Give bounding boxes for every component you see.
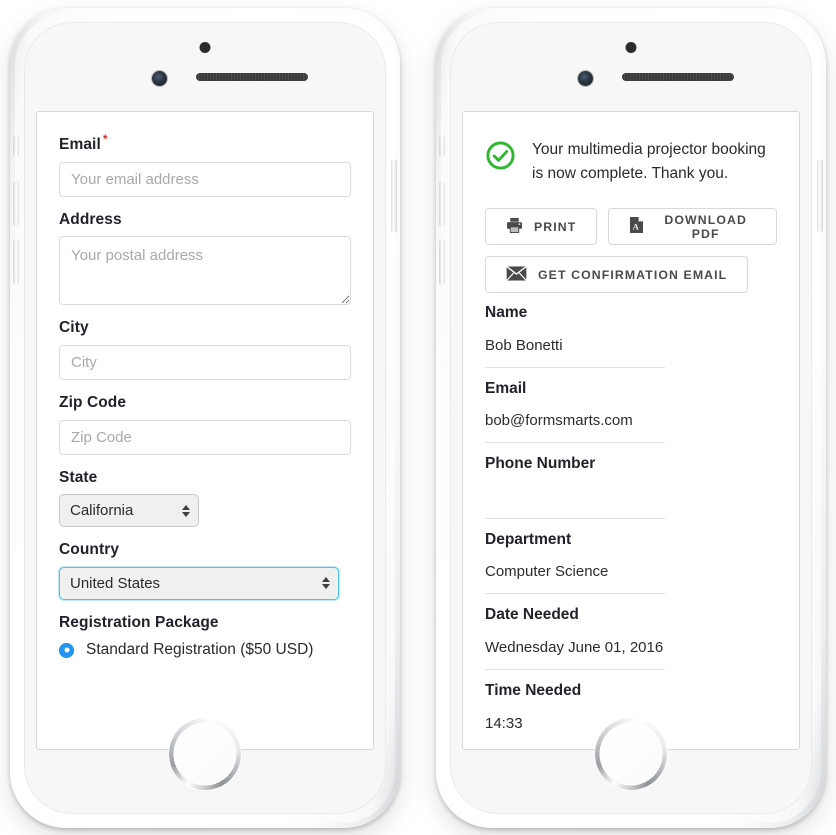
phone-left-body: Email* Address: [10, 8, 400, 828]
detail-value-date-needed: Wednesday June 01, 2016: [485, 639, 664, 656]
power-button[interactable]: [391, 159, 397, 233]
address-textarea[interactable]: [59, 236, 351, 306]
detail-divider: [485, 669, 665, 670]
phone-left-bezel: Email* Address: [24, 22, 386, 814]
action-button-row-1: PRINT A DOWNLOAD PDF: [485, 208, 777, 246]
phone-right-body-inner: Your multimedia projector booking is now…: [439, 13, 823, 823]
phone-right: Your multimedia projector booking is now…: [436, 8, 826, 828]
field-label-state: State: [59, 468, 98, 486]
field-state: State California: [59, 469, 351, 528]
volume-down-button[interactable]: [13, 239, 19, 285]
detail-row-phone-number: Phone Number: [485, 455, 777, 519]
envelope-icon: [506, 265, 527, 284]
phone-left-screen: Email* Address: [36, 111, 374, 750]
volume-up-button[interactable]: [439, 181, 445, 227]
field-label-zip-code: Zip Code: [59, 393, 127, 411]
zip-code-input[interactable]: [59, 419, 351, 455]
proximity-sensor-icon: [625, 42, 637, 53]
chevron-updown-icon: [322, 577, 330, 590]
pdf-file-icon: A: [629, 216, 644, 237]
detail-row-name: Name Bob Bonetti: [485, 304, 777, 368]
detail-label-department: Department: [485, 530, 572, 548]
home-button[interactable]: [171, 720, 239, 788]
detail-label-time-needed: Time Needed: [485, 682, 582, 699]
detail-label-name: Name: [485, 304, 528, 322]
field-city: City: [59, 319, 351, 380]
volume-up-button[interactable]: [13, 181, 19, 227]
confirmation-header: Your multimedia projector booking is now…: [485, 138, 777, 186]
chevron-updown-icon: [182, 504, 190, 517]
check-circle-icon: [485, 140, 516, 171]
detail-label-email: Email: [485, 379, 527, 397]
state-select[interactable]: California: [59, 494, 199, 528]
home-button[interactable]: [597, 720, 665, 788]
radio-button-selected-icon[interactable]: [59, 642, 74, 658]
action-button-row-2: GET CONFIRMATION EMAIL: [485, 256, 777, 294]
label-text-email: Email: [59, 136, 101, 154]
volume-down-button[interactable]: [439, 239, 445, 285]
proximity-sensor-icon: [199, 42, 211, 53]
phone-right-bezel: Your multimedia projector booking is now…: [450, 22, 812, 814]
field-zip-code: Zip Code: [59, 394, 351, 455]
field-country: Country United States: [59, 541, 351, 600]
power-button[interactable]: [817, 159, 823, 233]
download-pdf-button-label: DOWNLOAD PDF: [664, 212, 747, 241]
phone-right-body: Your multimedia projector booking is now…: [436, 8, 826, 828]
field-email: Email *: [59, 132, 351, 197]
detail-value-name: Bob Bonetti: [485, 336, 563, 354]
required-asterisk-email: *: [102, 132, 108, 146]
confirmation-card: Your multimedia projector booking is now…: [462, 111, 800, 750]
radio-option-standard[interactable]: Standard Registration ($50 USD): [59, 641, 351, 659]
field-registration-package: Registration Package Standard Registrati…: [59, 614, 351, 660]
earpiece-speaker-icon: [622, 73, 734, 81]
field-address: Address: [59, 211, 351, 306]
field-label-country: Country: [59, 541, 120, 559]
print-button[interactable]: PRINT: [485, 208, 598, 246]
field-label-email: Email *: [59, 132, 351, 155]
detail-row-date-needed: Date Needed Wednesday June 01, 2016: [485, 606, 777, 670]
dual-phone-mockup: Email* Address: [0, 0, 836, 835]
get-confirmation-email-button[interactable]: GET CONFIRMATION EMAIL: [485, 256, 749, 294]
country-select-value: United States: [70, 574, 161, 592]
get-confirmation-email-button-label: GET CONFIRMATION EMAIL: [538, 267, 728, 282]
email-input[interactable]: [59, 161, 351, 197]
detail-divider: [485, 366, 665, 368]
state-select-value: California: [70, 502, 134, 520]
detail-divider: [485, 442, 665, 444]
detail-row-department: Department Computer Science: [485, 531, 777, 595]
print-button-label: PRINT: [534, 219, 577, 234]
detail-row-email: Email bob@formsmarts.com: [485, 380, 777, 444]
detail-value-department: Computer Science: [485, 563, 609, 581]
printer-icon: [506, 217, 523, 236]
field-label-registration-package: Registration Package: [59, 613, 219, 631]
front-camera-icon: [152, 71, 167, 86]
svg-text:A: A: [633, 221, 640, 231]
phone-left-body-inner: Email* Address: [13, 13, 397, 823]
earpiece-speaker-icon: [196, 73, 308, 81]
detail-value-phone-number: [485, 488, 777, 507]
registration-form-card: Email* Address: [36, 111, 374, 750]
detail-label-date-needed: Date Needed: [485, 606, 579, 624]
phone-right-screen: Your multimedia projector booking is now…: [462, 111, 800, 750]
country-select[interactable]: United States: [59, 566, 339, 600]
city-input[interactable]: [59, 344, 351, 380]
field-label-city: City: [59, 319, 89, 337]
detail-divider: [485, 593, 665, 595]
mute-switch[interactable]: [13, 135, 19, 157]
confirmation-message: Your multimedia projector booking is now…: [532, 141, 766, 183]
front-camera-icon: [578, 71, 593, 86]
phone-left: Email* Address: [10, 8, 400, 828]
detail-divider: [485, 517, 665, 519]
booking-detail-list: Name Bob Bonetti Email bob@formsmarts.co…: [485, 304, 777, 734]
detail-value-email: bob@formsmarts.com: [485, 412, 633, 430]
download-pdf-button[interactable]: A DOWNLOAD PDF: [608, 208, 777, 246]
mute-switch[interactable]: [439, 135, 445, 157]
detail-label-phone-number: Phone Number: [485, 455, 596, 473]
radio-option-label: Standard Registration ($50 USD): [86, 641, 314, 659]
field-label-address: Address: [59, 210, 122, 228]
